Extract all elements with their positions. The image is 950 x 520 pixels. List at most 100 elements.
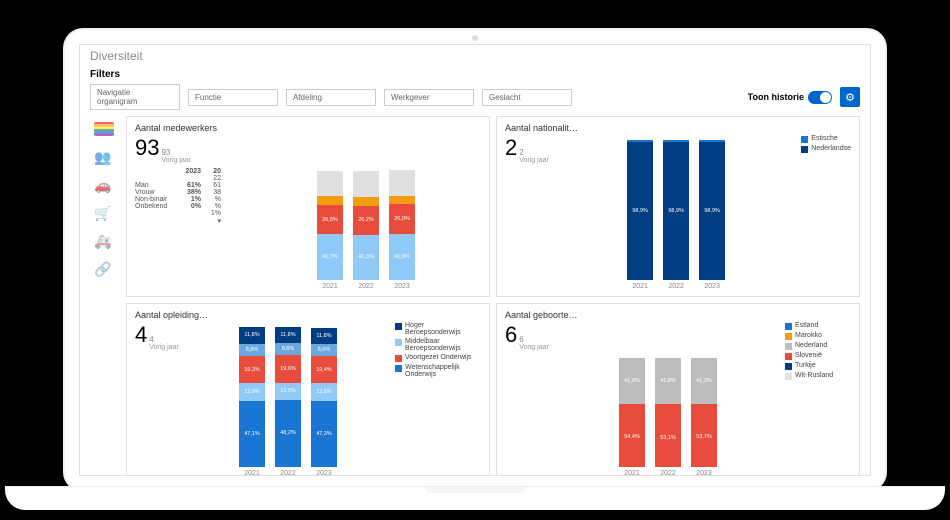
toon-text: Toon historie: [748, 92, 804, 102]
kpi: 6 6 Vorig jaar: [505, 322, 555, 351]
filter-geslacht[interactable]: Geslacht: [482, 89, 572, 106]
card-opleiding: Aantal opleiding… 4 4 Vorig jaar 47: [126, 303, 490, 476]
legend: Estische Nederlandse: [797, 135, 851, 290]
filter-werkgever[interactable]: Werkgever: [384, 89, 474, 106]
legend-label: Marokko: [795, 332, 822, 339]
x-axis-label: 2021: [244, 470, 260, 476]
x-axis-label: 2023: [316, 470, 332, 476]
bar-segment: 8,6%: [311, 344, 337, 356]
bar-segment: 8,6%: [275, 343, 301, 355]
legend-label: Hoger Beroepsonderwijs: [405, 322, 481, 336]
stats-table: 202320 22 Man61%61 Vrouw38%38 Non-binair…: [135, 168, 245, 225]
legend-item: Voortgezet Onderwijs: [395, 354, 481, 362]
bar-segment: [389, 170, 415, 195]
ambulance-icon[interactable]: 🚑: [94, 234, 114, 248]
laptop-base: [5, 486, 945, 510]
bar-segment: 47,1%: [239, 401, 265, 467]
legend-swatch: [785, 333, 792, 340]
filter-navigatie[interactable]: Navigatie organigram: [90, 84, 180, 110]
link-icon[interactable]: 🔗: [94, 262, 114, 276]
app-screen: Diversiteit Filters Navigatie organigram…: [79, 44, 871, 476]
x-axis-label: 2023: [704, 283, 720, 290]
filter-afdeling[interactable]: Afdeling: [286, 89, 376, 106]
filter-functie[interactable]: Functie: [188, 89, 278, 106]
bar-segment: 12,5%: [275, 383, 301, 400]
x-axis-label: 2021: [322, 283, 338, 290]
chart-medewerkers: 41,7%26,5%202141,3%26,2%202241,8%26,9%20…: [251, 135, 481, 290]
filters-bar: Filters Navigatie organigram Functie Afd…: [80, 67, 870, 116]
card-medewerkers: Aantal medewerkers 93 93 Vorig jaar: [126, 116, 490, 297]
legend-item: Nederlandse: [801, 145, 851, 153]
legend-label: Estische: [811, 135, 837, 142]
legend-label: Middelbaar Beroepsonderwijs: [405, 338, 481, 352]
legend-item: Nederland: [785, 342, 851, 350]
chart-opleiding: 47,1%12,9%19,3%8,8%11,8%202148,2%12,5%19…: [191, 322, 385, 476]
filters-row: Navigatie organigram Functie Afdeling We…: [90, 84, 860, 110]
bar-segment: 41,8%: [655, 358, 681, 404]
card-nationaliteiten: Aantal nationalit… 2 2 Vorig jaar 9: [496, 116, 860, 297]
page-title: Diversiteit: [80, 45, 870, 67]
legend-swatch: [785, 373, 792, 380]
legend-item: Marokko: [785, 332, 851, 340]
bar-segment: 53,7%: [691, 408, 717, 467]
rainbow-flag-icon[interactable]: [94, 122, 114, 136]
bar-segment: 11,8%: [311, 328, 337, 345]
legend-item: Turkije: [785, 362, 851, 370]
chart-nationaliteiten: 98,9%202198,9%202298,9%2023: [561, 135, 791, 290]
people-icon[interactable]: 👥: [94, 150, 114, 164]
x-axis-label: 2022: [280, 470, 296, 476]
bar-segment: 41,7%: [317, 234, 343, 280]
bar-segment: 53,1%: [655, 409, 681, 467]
bar-segment: 12,5%: [311, 383, 337, 401]
settings-button[interactable]: ⚙: [840, 87, 860, 107]
x-axis-label: 2022: [660, 470, 676, 476]
bar-segment: 11,8%: [239, 327, 265, 344]
legend-item: Estland: [785, 322, 851, 330]
kpi: 93 93 Vorig jaar: [135, 135, 245, 164]
legend-item: Wit-Rusland: [785, 372, 851, 380]
x-axis-label: 2021: [632, 283, 648, 290]
card-title: Aantal geboorte…: [505, 310, 851, 320]
bar-segment: 48,2%: [275, 400, 301, 467]
legend-item: Estische: [801, 135, 851, 143]
kpi-small: 93: [161, 148, 191, 157]
bar-segment: 54,4%: [619, 407, 645, 467]
legend-item: Wetenschappelijk Onderwijs: [395, 364, 481, 378]
legend-item: Slovenië: [785, 352, 851, 360]
bar-segment: 19,3%: [239, 356, 265, 383]
legend-label: Nederlandse: [811, 145, 851, 152]
cart-icon[interactable]: 🛒: [94, 206, 114, 220]
legend-swatch: [395, 365, 402, 372]
sidebar: 👥 🚗 🛒 🚑 🔗: [90, 116, 118, 476]
toon-historie-toggle[interactable]: [808, 91, 832, 104]
bar-segment: [389, 196, 415, 205]
camera: [472, 35, 478, 41]
kpi-big: 93: [135, 135, 159, 161]
bar-segment: 98,9%: [699, 142, 725, 280]
bar-segment: 19,4%: [311, 356, 337, 383]
bar-segment: 19,6%: [275, 355, 301, 382]
bar-segment: 41,8%: [389, 234, 415, 280]
legend-swatch: [395, 339, 402, 346]
card-grid: Aantal medewerkers 93 93 Vorig jaar: [126, 116, 860, 476]
bar-segment: [317, 171, 343, 196]
legend-swatch: [395, 323, 402, 330]
kpi: 4 4 Vorig jaar: [135, 322, 185, 351]
bar-segment: 26,5%: [317, 205, 343, 234]
legend-swatch: [785, 353, 792, 360]
content: 👥 🚗 🛒 🚑 🔗 Aantal medewerkers 93: [80, 116, 870, 476]
kpi: 2 2 Vorig jaar: [505, 135, 555, 164]
car-icon[interactable]: 🚗: [94, 178, 114, 192]
card-title: Aantal medewerkers: [135, 123, 481, 133]
card-geboorte: Aantal geboorte… 6 6 Vorig jaar 54,: [496, 303, 860, 476]
legend-swatch: [395, 355, 402, 362]
legend-swatch: [785, 323, 792, 330]
bar-segment: [317, 196, 343, 205]
legend: Estland Marokko Nederland Slovenië Turkije Wi…: [781, 322, 851, 476]
bar-segment: 98,9%: [663, 142, 689, 280]
laptop-frame: Diversiteit Filters Navigatie organigram…: [65, 30, 885, 490]
legend-label: Slovenië: [795, 352, 822, 359]
legend-label: Estland: [795, 322, 818, 329]
x-axis-label: 2022: [358, 283, 374, 290]
card-title: Aantal nationalit…: [505, 123, 851, 133]
